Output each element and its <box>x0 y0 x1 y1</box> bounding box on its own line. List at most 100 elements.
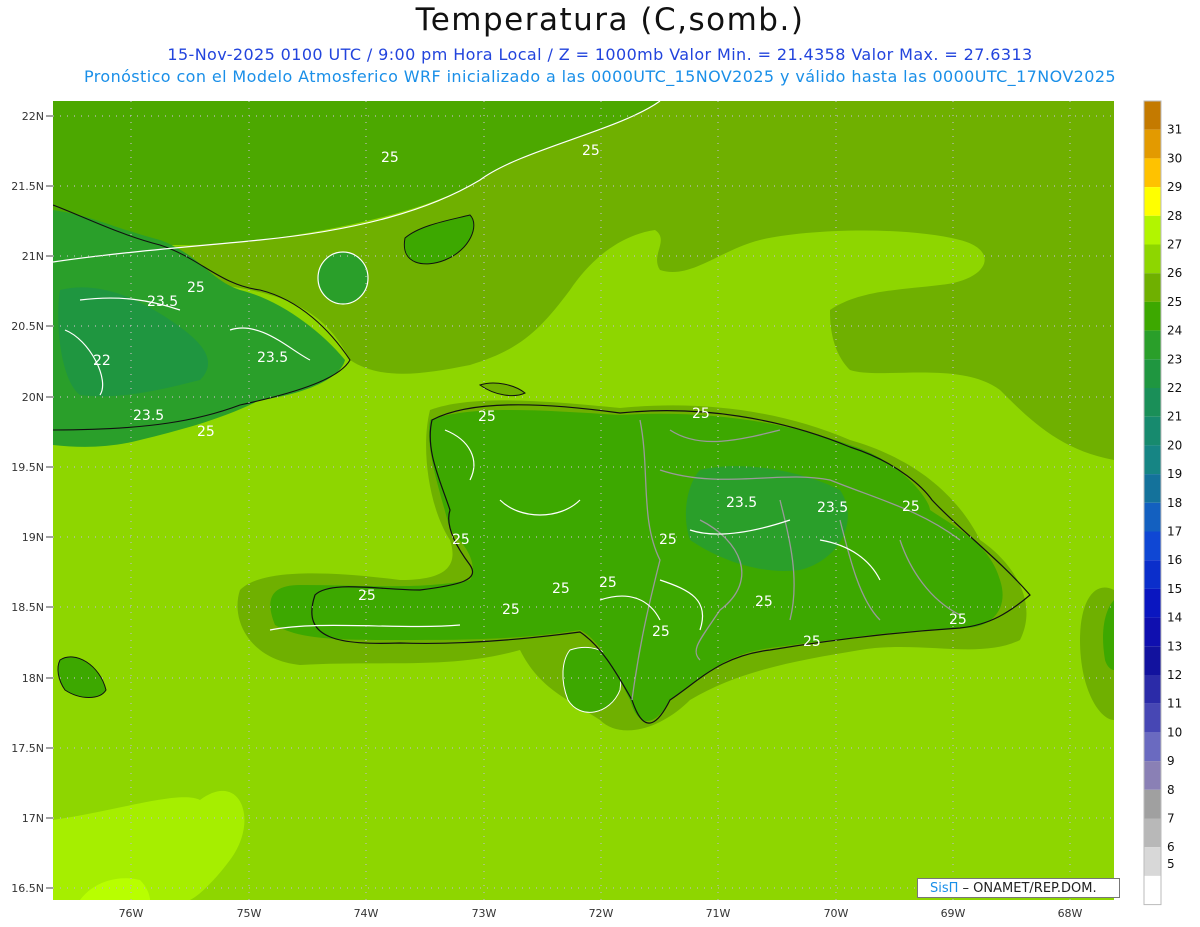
colorbar-label: 7 <box>1167 812 1175 826</box>
colorbar-swatch <box>1144 617 1161 647</box>
contour-label: 25 <box>478 409 496 425</box>
lon-label: 74W <box>354 907 379 920</box>
colorbar-swatch <box>1144 273 1161 302</box>
lon-label: 73W <box>472 907 497 920</box>
contour-label: 25 <box>187 280 205 296</box>
colorbar-swatch <box>1144 818 1161 848</box>
colorbar-swatch <box>1144 187 1161 216</box>
contour-label: 25 <box>502 602 520 618</box>
lat-label: 18N <box>22 672 44 685</box>
colorbar-label: 20 <box>1167 438 1182 452</box>
colorbar-label: 9 <box>1167 754 1175 768</box>
colorbar-label: 23 <box>1167 352 1182 366</box>
contour-label: 25 <box>692 406 710 422</box>
lat-label: 18.5N <box>11 601 44 614</box>
lon-label: 72W <box>589 907 614 920</box>
contour-label: 25 <box>452 532 470 548</box>
colorbar-label: 26 <box>1167 266 1182 280</box>
colorbar-swatch <box>1144 474 1161 503</box>
contour-label: 25 <box>949 612 967 628</box>
colorbar-swatch <box>1144 675 1161 704</box>
lat-label: 20.5N <box>11 320 44 333</box>
contour-label: 25 <box>902 499 920 515</box>
colorbar-swatch <box>1144 215 1161 245</box>
longitude-axis: 76W 75W 74W 73W 72W 71W 70W 69W 68W <box>119 907 1083 920</box>
colorbar-label: 14 <box>1167 611 1182 625</box>
colorbar-label: 10 <box>1167 725 1182 739</box>
contour-label: 25 <box>652 624 670 640</box>
latitude-axis: 22N 21.5N 21N 20.5N 20N 19.5N 19N 18.5N … <box>11 110 44 895</box>
lat-label: 21.5N <box>11 180 44 193</box>
colorbar: 31 30 29 28 27 26 25 24 23 22 21 20 19 18 17 16 15 14 13 12… <box>1143 100 1182 906</box>
contour-label: 23.5 <box>133 408 164 424</box>
colorbar-label: 31 <box>1167 123 1182 137</box>
contour-label: 25 <box>659 532 677 548</box>
colorbar-label: 24 <box>1167 324 1182 338</box>
colorbar-swatch <box>1144 445 1161 475</box>
lat-label: 17.5N <box>11 742 44 755</box>
contour-label: 23.5 <box>257 350 288 366</box>
lon-label: 70W <box>824 907 849 920</box>
contour-label: 25 <box>755 594 773 610</box>
colorbar-label: 12 <box>1167 668 1182 682</box>
cuba-cell-region <box>317 251 369 305</box>
colorbar-swatch <box>1144 703 1161 733</box>
colorbar-label: 25 <box>1167 295 1182 309</box>
colorbar-swatch <box>1144 416 1161 446</box>
colorbar-label: 22 <box>1167 381 1182 395</box>
contour-label: 25 <box>381 150 399 166</box>
lon-label: 71W <box>706 907 731 920</box>
contour-label: 23.5 <box>817 500 848 516</box>
colorbar-swatch <box>1144 646 1161 675</box>
lat-label: 20N <box>22 391 44 404</box>
lat-label: 19.5N <box>11 461 44 474</box>
colorbar-label: 15 <box>1167 582 1182 596</box>
lat-label: 17N <box>22 812 44 825</box>
colorbar-label: 27 <box>1167 238 1182 252</box>
colorbar-label: 17 <box>1167 525 1182 539</box>
credit-brand: SisΠ <box>930 881 959 896</box>
colorbar-swatch <box>1144 101 1161 130</box>
lat-label: 21N <box>22 250 44 263</box>
colorbar-label: 30 <box>1167 151 1182 165</box>
colorbar-label: 13 <box>1167 639 1182 653</box>
colorbar-swatch <box>1144 388 1161 417</box>
lat-label: 22N <box>22 110 44 123</box>
colorbar-label: 18 <box>1167 496 1182 510</box>
latitude-ticks <box>46 115 53 889</box>
contour-label: 25 <box>599 575 617 591</box>
colorbar-label: 19 <box>1167 467 1182 481</box>
colorbar-swatch <box>1144 359 1161 388</box>
colorbar-label: 16 <box>1167 553 1182 567</box>
credit-text: – ONAMET/REP.DOM. <box>958 881 1097 896</box>
colorbar-swatch <box>1144 789 1161 819</box>
map-plot-area <box>53 101 1114 900</box>
colorbar-swatch <box>1144 244 1161 274</box>
colorbar-swatch <box>1144 502 1161 532</box>
colorbar-swatch <box>1144 732 1161 762</box>
colorbar-swatch <box>1144 560 1161 589</box>
lon-label: 76W <box>119 907 144 920</box>
colorbar-swatch <box>1144 531 1161 561</box>
colorbar-label: 28 <box>1167 209 1182 223</box>
credit-box: SisΠ – ONAMET/REP.DOM. <box>917 878 1120 898</box>
colorbar-swatch <box>1144 588 1161 618</box>
colorbar-swatch <box>1144 129 1161 159</box>
lon-label: 68W <box>1058 907 1083 920</box>
contour-label: 22 <box>93 353 111 369</box>
colorbar-label: 21 <box>1167 410 1182 424</box>
forecast-map: 25 25 25 23.5 22 23.5 23.5 25 25 25 23.5… <box>11 100 1182 920</box>
colorbar-swatch <box>1144 761 1161 790</box>
contour-label: 25 <box>358 588 376 604</box>
colorbar-label: 8 <box>1167 783 1175 797</box>
contour-label: 25 <box>582 143 600 159</box>
contour-label: 23.5 <box>726 495 757 511</box>
contour-label: 23.5 <box>147 294 178 310</box>
colorbar-swatch <box>1144 301 1161 331</box>
lat-label: 16.5N <box>11 882 44 895</box>
colorbar-label: 6 <box>1167 840 1175 854</box>
colorbar-label: 11 <box>1167 697 1182 711</box>
colorbar-label: 5 <box>1167 857 1175 871</box>
colorbar-label: 29 <box>1167 180 1182 194</box>
colorbar-swatch <box>1144 875 1161 905</box>
